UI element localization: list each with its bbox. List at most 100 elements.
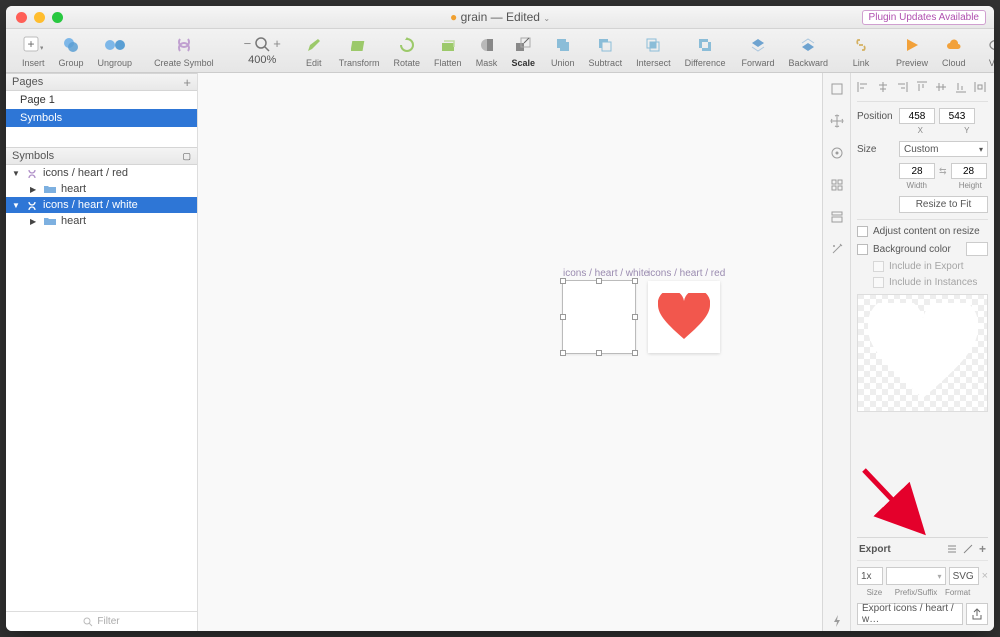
resize-panel-icon[interactable] (827, 111, 847, 131)
panel-options-icon[interactable]: ▢ (182, 151, 191, 162)
align-top-icon[interactable] (916, 81, 930, 95)
distribute-icon[interactable] (974, 81, 988, 95)
difference-icon (694, 34, 716, 56)
union-button[interactable]: Union (545, 34, 581, 68)
forward-icon (747, 34, 769, 56)
maximize-window-icon[interactable] (52, 12, 63, 23)
plus-icon: +▾ (22, 34, 44, 56)
subtract-button[interactable]: Subtract (583, 34, 629, 68)
search-icon (83, 617, 93, 627)
canvas[interactable]: icons / heart / white icons / heart / re… (198, 73, 822, 631)
export-scale-field[interactable]: 1x (857, 567, 883, 585)
flatten-button[interactable]: Flatten (428, 34, 468, 68)
layout-panel-icon[interactable] (827, 207, 847, 227)
export-selection-button[interactable]: Export icons / heart / w… (857, 603, 963, 625)
svg-text:+: + (28, 37, 35, 51)
align-right-icon[interactable] (896, 81, 910, 95)
intersect-button[interactable]: Intersect (630, 34, 677, 68)
align-bottom-icon[interactable] (955, 81, 969, 95)
y-input[interactable] (939, 108, 975, 124)
size-label: Size (857, 144, 895, 155)
layer-label: icons / heart / red (43, 167, 128, 179)
zoom-percent: 400% (248, 54, 276, 66)
add-page-button[interactable]: + (183, 75, 191, 90)
create-symbol-button[interactable]: Create Symbol (140, 34, 228, 68)
zoom-control[interactable]: − + 400% (230, 36, 295, 66)
background-color-checkbox[interactable]: Background color (857, 242, 988, 256)
x-input[interactable] (899, 108, 935, 124)
bolt-panel-icon[interactable] (827, 611, 847, 631)
export-format-field[interactable]: SVG (949, 567, 979, 585)
artboard-red[interactable] (648, 281, 720, 353)
heart-icon (868, 303, 978, 403)
share-button[interactable] (966, 603, 988, 625)
artboard-white[interactable] (563, 281, 635, 353)
artboard-label[interactable]: icons / heart / red (648, 268, 725, 279)
eye-icon: ▾ (988, 34, 994, 56)
scale-icon (512, 34, 534, 56)
align-panel-icon[interactable] (827, 79, 847, 99)
toolbar: +▾ Insert Group Ungroup Create Symbol − … (6, 29, 994, 73)
edit-button[interactable]: Edit (297, 34, 331, 68)
magnifier-icon (254, 36, 270, 52)
filter-input[interactable]: Filter (6, 611, 197, 631)
zoom-plus-icon[interactable]: + (273, 36, 281, 51)
rotate-icon (396, 34, 418, 56)
difference-button[interactable]: Difference (679, 34, 732, 68)
align-vcenter-icon[interactable] (935, 81, 949, 95)
layer-row[interactable]: ▶ heart (6, 213, 197, 229)
zoom-minus-icon[interactable]: − (244, 36, 252, 51)
settings-panel-icon[interactable] (827, 143, 847, 163)
mask-icon (476, 34, 498, 56)
backward-button[interactable]: Backward (782, 34, 834, 68)
forward-button[interactable]: Forward (735, 34, 780, 68)
export-knife-icon[interactable] (963, 544, 973, 554)
transform-button[interactable]: Transform (333, 34, 386, 68)
remove-export-button[interactable]: × (982, 570, 988, 582)
position-label: Position (857, 111, 895, 122)
plugin-updates-badge[interactable]: Plugin Updates Available (862, 10, 986, 25)
lock-aspect-icon[interactable]: ⇆ (939, 166, 947, 177)
cloud-button[interactable]: Cloud (936, 34, 972, 68)
wand-panel-icon[interactable] (827, 239, 847, 259)
document-title: grain (461, 10, 488, 24)
export-presets-icon[interactable] (947, 544, 957, 554)
subtract-icon (594, 34, 616, 56)
layer-row[interactable]: ▶ heart (6, 181, 197, 197)
minimize-window-icon[interactable] (34, 12, 45, 23)
bg-swatch[interactable] (966, 242, 988, 256)
rotate-button[interactable]: Rotate (387, 34, 426, 68)
size-select[interactable]: Custom▾ (899, 141, 988, 157)
layer-row[interactable]: ▼ icons / heart / red (6, 165, 197, 181)
page-item[interactable]: Symbols (6, 109, 197, 127)
view-button[interactable]: ▾View (974, 34, 994, 68)
inspector: Position XY Size Custom▾ ⇆ WidthHeight R… (822, 73, 994, 631)
scale-button[interactable]: Scale (506, 34, 542, 68)
export-header: Export (859, 544, 891, 555)
ungroup-button[interactable]: Ungroup (92, 34, 139, 68)
export-prefix-field[interactable]: ▾ (886, 567, 946, 585)
folder-icon (43, 184, 57, 194)
align-row (857, 79, 988, 102)
insert-button[interactable]: +▾ Insert (16, 34, 51, 68)
mask-button[interactable]: Mask (470, 34, 504, 68)
group-button[interactable]: Group (53, 34, 90, 68)
page-item[interactable]: Page 1 (6, 91, 197, 109)
layer-row[interactable]: ▼ icons / heart / white (6, 197, 197, 213)
svg-text:▾: ▾ (40, 45, 43, 52)
width-input[interactable] (899, 163, 935, 179)
close-window-icon[interactable] (16, 12, 27, 23)
share-icon (971, 608, 983, 620)
preview-button[interactable]: Preview (890, 34, 934, 68)
height-input[interactable] (951, 163, 987, 179)
preview-thumbnail (857, 294, 988, 412)
align-left-icon[interactable] (857, 81, 871, 95)
include-export-checkbox: Include in Export (857, 261, 988, 272)
add-export-button[interactable]: + (979, 542, 986, 556)
align-hcenter-icon[interactable] (877, 81, 891, 95)
link-button[interactable]: Link (836, 34, 886, 68)
resize-to-fit-button[interactable]: Resize to Fit (899, 196, 988, 213)
layer-label: icons / heart / white (43, 199, 138, 211)
grid-panel-icon[interactable] (827, 175, 847, 195)
adjust-content-checkbox[interactable]: Adjust content on resize (857, 226, 988, 237)
